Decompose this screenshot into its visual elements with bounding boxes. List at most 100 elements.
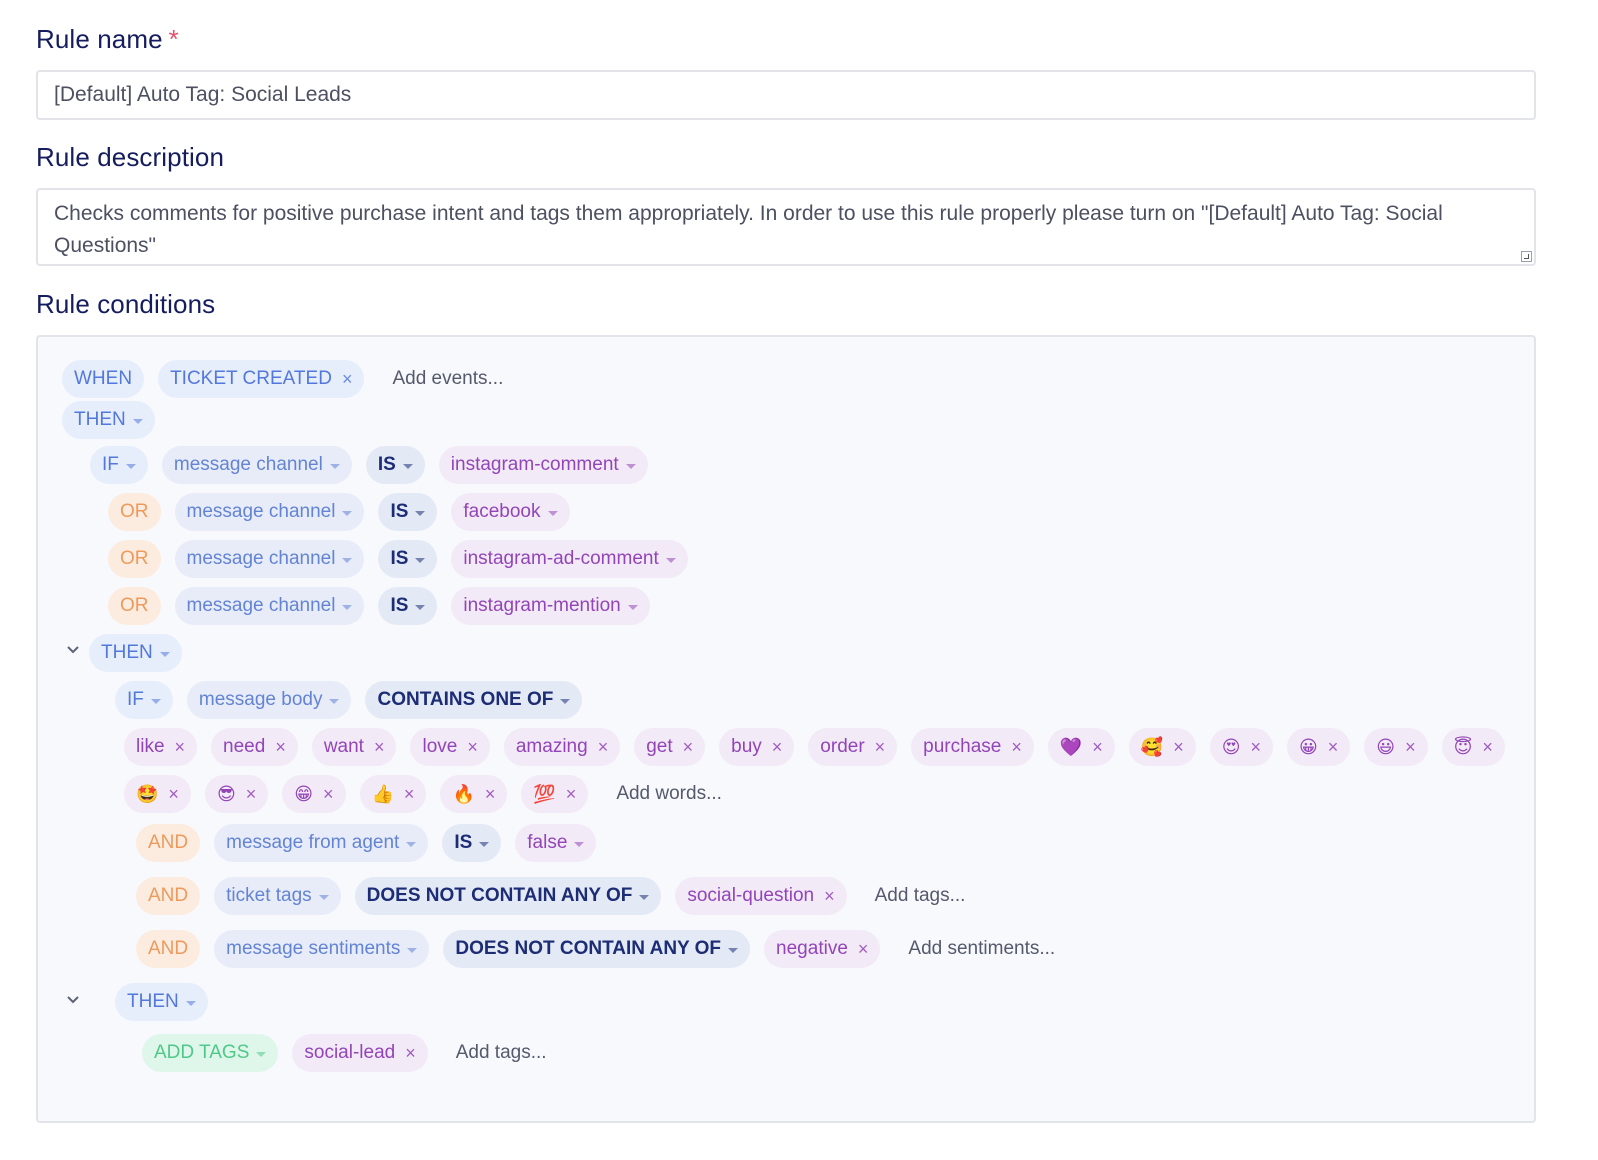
- emoji-chip[interactable]: 😇 ×: [1441, 728, 1505, 766]
- field-dropdown[interactable]: ticket tags: [214, 877, 341, 915]
- remove-icon[interactable]: ×: [1011, 737, 1022, 758]
- remove-icon[interactable]: ×: [566, 784, 577, 805]
- remove-icon[interactable]: ×: [246, 784, 257, 805]
- remove-icon[interactable]: ×: [1092, 737, 1103, 758]
- word-chip[interactable]: purchase ×: [911, 728, 1034, 766]
- field-dropdown[interactable]: message from agent: [214, 824, 429, 862]
- add-sentiments-input[interactable]: Add sentiments...: [908, 938, 1055, 960]
- chevron-down-icon: [132, 418, 143, 424]
- operator-dropdown[interactable]: CONTAINS ONE OF: [365, 681, 583, 719]
- then-dropdown[interactable]: THEN: [115, 983, 208, 1021]
- value-dropdown[interactable]: instagram-comment: [438, 446, 648, 484]
- event-chip[interactable]: TICKET CREATED ×: [158, 360, 365, 398]
- emoji-chip[interactable]: 😁 ×: [282, 775, 346, 813]
- or-keyword[interactable]: OR: [108, 493, 161, 531]
- emoji-chip[interactable]: 😃 ×: [1364, 728, 1428, 766]
- word-chip[interactable]: buy ×: [719, 728, 795, 766]
- operator-dropdown[interactable]: DOES NOT CONTAIN ANY OF: [443, 930, 751, 968]
- remove-icon[interactable]: ×: [275, 737, 286, 758]
- add-tags-input[interactable]: Add tags...: [456, 1042, 547, 1064]
- remove-icon[interactable]: ×: [858, 939, 869, 960]
- word-chip[interactable]: want ×: [311, 728, 397, 766]
- tag-chip[interactable]: social-lead ×: [292, 1034, 428, 1072]
- remove-icon[interactable]: ×: [1482, 737, 1493, 758]
- resize-grip-icon[interactable]: [1521, 251, 1532, 262]
- remove-icon[interactable]: ×: [1173, 737, 1184, 758]
- or-keyword[interactable]: OR: [108, 540, 161, 578]
- remove-icon[interactable]: ×: [875, 737, 886, 758]
- and-keyword[interactable]: AND: [136, 824, 201, 862]
- action-dropdown[interactable]: ADD TAGS: [142, 1034, 279, 1072]
- sentiment-chip[interactable]: negative ×: [764, 930, 881, 968]
- emoji-chip[interactable]: 🔥 ×: [440, 775, 508, 813]
- word-chip[interactable]: amazing ×: [503, 728, 621, 766]
- value-dropdown[interactable]: facebook: [451, 493, 570, 531]
- chevron-down-icon: [627, 604, 638, 610]
- remove-icon[interactable]: ×: [374, 737, 385, 758]
- and-keyword[interactable]: AND: [136, 877, 201, 915]
- emoji-chip[interactable]: 😎 ×: [204, 775, 269, 813]
- collapse-chevron-icon[interactable]: [66, 995, 80, 1005]
- chevron-down-icon: [560, 698, 571, 704]
- then-dropdown[interactable]: THEN: [62, 401, 155, 439]
- remove-icon[interactable]: ×: [467, 737, 478, 758]
- emoji-chip[interactable]: 😀 ×: [1287, 728, 1351, 766]
- value-dropdown[interactable]: instagram-ad-comment: [451, 540, 688, 578]
- field-dropdown[interactable]: message channel: [174, 587, 365, 625]
- rule-description-textarea[interactable]: Checks comments for positive purchase in…: [36, 188, 1536, 266]
- operator-dropdown[interactable]: IS: [378, 540, 438, 578]
- word-chip[interactable]: order ×: [808, 728, 898, 766]
- rule-name-input[interactable]: [Default] Auto Tag: Social Leads: [36, 70, 1536, 120]
- operator-label: IS: [377, 454, 396, 475]
- and-condition-row: AND message from agent IS false: [136, 823, 610, 863]
- emoji-chip[interactable]: 🤩 ×: [124, 775, 191, 813]
- word-chip[interactable]: like ×: [124, 728, 198, 766]
- then-dropdown[interactable]: THEN: [89, 634, 182, 672]
- field-dropdown[interactable]: message sentiments: [214, 930, 430, 968]
- collapse-chevron-icon[interactable]: [66, 645, 80, 655]
- add-words-input[interactable]: Add words...: [616, 783, 722, 805]
- operator-label: IS: [390, 501, 409, 522]
- operator-dropdown[interactable]: DOES NOT CONTAIN ANY OF: [354, 877, 662, 915]
- remove-icon[interactable]: ×: [1251, 737, 1262, 758]
- remove-icon[interactable]: ×: [772, 737, 783, 758]
- tag-chip[interactable]: social-question ×: [675, 877, 847, 915]
- field-dropdown[interactable]: message body: [186, 681, 352, 719]
- operator-dropdown[interactable]: IS: [378, 493, 438, 531]
- word-chip[interactable]: get ×: [634, 728, 706, 766]
- or-keyword[interactable]: OR: [108, 587, 161, 625]
- remove-icon[interactable]: ×: [485, 784, 496, 805]
- add-tags-input[interactable]: Add tags...: [875, 885, 966, 907]
- and-keyword[interactable]: AND: [136, 930, 201, 968]
- if-condition-row: IF message channel IS instagram-comment: [90, 445, 662, 485]
- word-chip[interactable]: need ×: [211, 728, 298, 766]
- remove-icon[interactable]: ×: [168, 784, 179, 805]
- emoji-chip[interactable]: 👍 ×: [359, 775, 427, 813]
- word-chip[interactable]: love ×: [410, 728, 490, 766]
- operator-dropdown[interactable]: IS: [442, 824, 502, 862]
- remove-icon[interactable]: ×: [175, 737, 186, 758]
- emoji-chip[interactable]: 🥰 ×: [1128, 728, 1196, 766]
- emoji-chip[interactable]: 😍 ×: [1209, 728, 1274, 766]
- remove-icon[interactable]: ×: [1328, 737, 1339, 758]
- remove-icon[interactable]: ×: [1405, 737, 1416, 758]
- remove-icon[interactable]: ×: [405, 1043, 416, 1064]
- remove-icon[interactable]: ×: [683, 737, 694, 758]
- operator-dropdown[interactable]: IS: [365, 446, 425, 484]
- field-dropdown[interactable]: message channel: [174, 540, 365, 578]
- value-dropdown[interactable]: false: [515, 824, 597, 862]
- remove-icon[interactable]: ×: [323, 784, 334, 805]
- if-dropdown[interactable]: IF: [90, 446, 148, 484]
- emoji-chip[interactable]: 💯 ×: [521, 775, 589, 813]
- add-events-input[interactable]: Add events...: [392, 368, 503, 390]
- remove-icon[interactable]: ×: [404, 784, 415, 805]
- remove-icon[interactable]: ×: [598, 737, 609, 758]
- remove-icon[interactable]: ×: [342, 369, 353, 390]
- operator-dropdown[interactable]: IS: [378, 587, 438, 625]
- field-dropdown[interactable]: message channel: [174, 493, 365, 531]
- value-dropdown[interactable]: instagram-mention: [451, 587, 650, 625]
- if-dropdown[interactable]: IF: [115, 681, 173, 719]
- remove-icon[interactable]: ×: [824, 886, 835, 907]
- field-dropdown[interactable]: message channel: [161, 446, 352, 484]
- emoji-chip[interactable]: 💜 ×: [1047, 728, 1115, 766]
